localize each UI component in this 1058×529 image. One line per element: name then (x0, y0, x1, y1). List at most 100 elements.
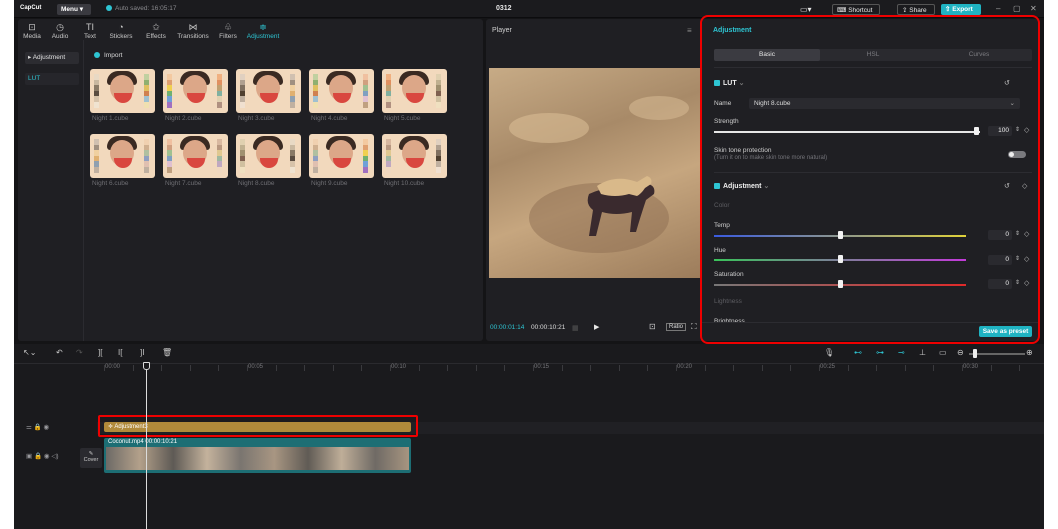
ruler-tick (332, 365, 334, 371)
lut-thumbnail-label: Night 4.cube (311, 115, 348, 122)
lut-thumbnail-label: Night 2.cube (165, 115, 202, 122)
microphone-icon[interactable]: 🎙 (824, 348, 834, 357)
ruler-tick (561, 365, 563, 371)
share-button[interactable]: ⇪ Share (897, 4, 935, 15)
lut-thumbnail[interactable] (90, 69, 155, 113)
eye-icon[interactable]: ◉ (44, 453, 50, 460)
shortcut-label: Shortcut (848, 7, 873, 14)
player-panel: Player ≡ 00:00:01:14 00:00:10:21 ▦ ▶ ⊡ R… (486, 19, 711, 341)
ruler-tick (447, 365, 449, 371)
undo-icon[interactable]: ↶ (56, 348, 63, 357)
adjustment-icon: ≑ (259, 22, 267, 32)
magnet-icon[interactable]: ⊶ (876, 348, 884, 357)
tool-media[interactable]: ⊡ Media (20, 21, 44, 40)
transitions-icon: ⋈ (188, 22, 198, 32)
cover-button[interactable]: ✎ Cover (80, 448, 102, 468)
maximize-icon[interactable]: ▢ (1013, 4, 1021, 13)
delete-icon[interactable]: 🗑 (162, 348, 172, 357)
autosave-status: Auto saved: 16:05:17 (106, 5, 176, 12)
app-window: CapCut Menu ▾ Auto saved: 16:05:17 0312 … (14, 0, 1044, 529)
layout-icon[interactable]: ▭▾ (796, 4, 816, 15)
lut-thumbnail-label: Night 8.cube (238, 180, 275, 187)
select-tool-icon[interactable]: ↖⌄ (23, 348, 36, 357)
lut-thumbnail[interactable] (309, 69, 374, 113)
ruler-tick (504, 365, 506, 371)
minimize-icon[interactable]: – (996, 4, 1000, 13)
highlight-adjustment-panel (700, 15, 1040, 344)
sidebar-item-adjustment[interactable]: ▸ Adjustment (25, 52, 79, 64)
play-icon[interactable]: ▶ (594, 323, 599, 331)
ruler-tick (904, 365, 906, 371)
lut-thumbnail[interactable] (382, 69, 447, 113)
lut-thumbnail[interactable] (163, 69, 228, 113)
redo-icon[interactable]: ↷ (76, 348, 83, 357)
split-icon[interactable]: ][ (98, 348, 102, 357)
link-main-track-icon[interactable]: ⊷ (854, 348, 862, 357)
close-icon[interactable]: ✕ (1030, 4, 1037, 13)
lut-thumbnail[interactable] (236, 134, 301, 178)
playhead-handle[interactable] (143, 362, 150, 370)
shortcut-button[interactable]: ⌨ Shortcut (832, 4, 880, 15)
zoom-out-icon[interactable]: ⊖ (957, 348, 964, 357)
media-icon: ⊡ (28, 22, 36, 32)
sidebar-item-lut[interactable]: LUT (25, 73, 79, 85)
project-title: 0312 (496, 5, 512, 12)
ruler-tick (962, 365, 963, 371)
ruler-tick (533, 365, 534, 371)
preview-axis-icon[interactable]: ⊥ (919, 348, 926, 357)
timeline-grid-icon[interactable]: ▦ (572, 324, 579, 332)
lock-icon[interactable]: 🔒 (34, 453, 42, 460)
lut-thumbnail[interactable] (163, 134, 228, 178)
caption-icon[interactable]: ▭ (939, 348, 947, 357)
ruler-tick (275, 365, 277, 371)
player-menu-icon[interactable]: ≡ (687, 26, 692, 35)
menu-button[interactable]: Menu ▾ (57, 4, 91, 15)
ratio-button[interactable]: Ratio (666, 323, 687, 331)
ruler-tick (304, 365, 306, 371)
audio-mute-icon[interactable]: ◁) (51, 453, 58, 460)
ruler-tick (390, 365, 391, 371)
clip-thumbnails (106, 447, 409, 470)
ruler-tick (189, 365, 191, 371)
ruler-tick (647, 365, 649, 371)
ruler-tick (218, 365, 220, 371)
tool-filters[interactable]: ♧ Filters (214, 21, 242, 40)
tool-audio[interactable]: ◷ Audio (48, 21, 72, 40)
link-icon[interactable]: ⊸ (898, 348, 905, 357)
split-right-icon[interactable]: ]I (140, 348, 144, 357)
import-button[interactable]: Import (94, 52, 122, 59)
export-button[interactable]: ⇧ Export (941, 4, 981, 15)
lock-icon[interactable]: 🔒 (34, 424, 42, 431)
split-left-icon[interactable]: I[ (118, 348, 122, 357)
player-title: Player (492, 27, 512, 34)
current-timecode: 00:00:01:14 (490, 324, 525, 331)
lut-thumbnail[interactable] (309, 134, 374, 178)
menu-label: Menu (61, 6, 78, 13)
tool-label: Text (84, 33, 96, 40)
tool-stickers[interactable]: ◔ Stickers (104, 21, 138, 40)
tool-label: Stickers (109, 33, 133, 40)
zoom-in-icon[interactable]: ⊕ (1026, 348, 1033, 357)
lut-thumbnail[interactable] (90, 134, 155, 178)
playhead-line[interactable] (146, 364, 147, 529)
video-clip[interactable]: Coconut.mp4 00:00:10:21 (104, 438, 411, 473)
tool-transitions[interactable]: ⋈ Transitions (173, 21, 213, 40)
filters-icon: ♧ (223, 22, 233, 32)
clip-duration: 00:00:10:21 (145, 439, 178, 445)
lut-thumbnail[interactable] (382, 134, 447, 178)
eye-icon[interactable]: ◉ (44, 424, 50, 431)
lut-thumbnail[interactable] (236, 69, 301, 113)
fullscreen-icon[interactable]: ⛶ (691, 322, 697, 332)
zoom-slider-handle[interactable] (973, 349, 977, 358)
ruler-label: 00:25 (820, 364, 836, 370)
tool-text[interactable]: TI Text (78, 21, 102, 40)
text-icon: TI (86, 22, 94, 32)
ruler-tick (790, 365, 792, 371)
lut-thumbnail-label: Night 5.cube (384, 115, 421, 122)
tool-effects[interactable]: ✩ Effects (140, 21, 172, 40)
ruler-tick (475, 365, 477, 371)
lut-thumbnail-label: Night 10.cube (384, 180, 425, 187)
tool-adjustment[interactable]: ≑ Adjustment (243, 21, 283, 40)
fit-icon[interactable]: ⊡ (649, 322, 656, 331)
zoom-slider[interactable] (969, 353, 1025, 355)
